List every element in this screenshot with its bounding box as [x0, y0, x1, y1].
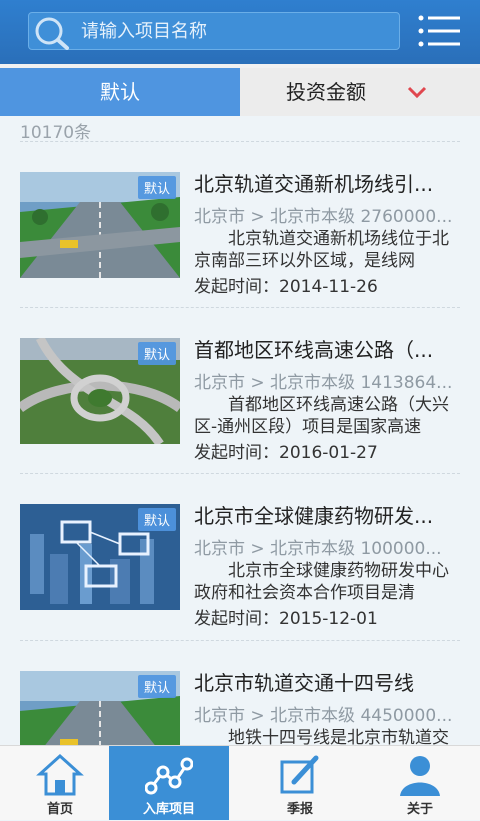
nav-quarterly-report-label: 季报: [286, 802, 313, 817]
menu-icon[interactable]: [418, 14, 462, 48]
home-icon: [36, 753, 84, 796]
project-meta: 北京市 > 北京市本级 2760000...: [194, 207, 453, 227]
project-title[interactable]: 首都地区环线高速公路（...: [194, 334, 460, 363]
nav-home-label: 首页: [46, 802, 73, 817]
project-title[interactable]: 北京市全球健康药物研发...: [194, 500, 460, 529]
filter-bar: 默认 投资金额: [0, 64, 480, 116]
project-description: 北京轨道交通新机场线位于北京南部三环以外区域，是线网: [194, 229, 449, 271]
project-thumbnail: 默认: [20, 504, 180, 610]
divider: [20, 141, 460, 142]
nav-projects[interactable]: 入库项目: [109, 746, 229, 820]
project-meta: 北京市 > 北京市本级 4450000...: [194, 706, 453, 726]
project-thumbnail: 默认: [20, 338, 180, 444]
project-meta: 北京市 > 北京市本级 1413864...: [194, 373, 453, 393]
list-item[interactable]: 默认 北京市全球健康药物研发... 北京市 > 北京市本级 100000... …: [0, 504, 480, 654]
status-badge: 默认: [137, 176, 176, 199]
edit-report-icon: [280, 755, 319, 794]
project-thumbnail: 默认: [20, 172, 180, 278]
search-box[interactable]: [28, 12, 400, 50]
divider: [20, 307, 460, 308]
project-date: 发起时间：2015-12-01: [194, 609, 378, 629]
nav-about-label: 关于: [406, 802, 433, 817]
user-icon: [400, 756, 440, 796]
divider: [20, 640, 460, 641]
status-badge: 默认: [137, 342, 176, 365]
divider: [20, 473, 460, 474]
project-description: 首都地区环线高速公路（大兴区-通州区段）项目是国家高速: [194, 395, 449, 437]
list-item[interactable]: 默认 北京轨道交通新机场线引... 北京市 > 北京市本级 2760000...…: [0, 172, 480, 322]
project-title[interactable]: 北京市轨道交通十四号线: [194, 667, 460, 696]
nav-about[interactable]: 关于: [360, 746, 480, 820]
top-bar: [0, 0, 480, 64]
result-count: 10170条: [20, 123, 92, 143]
nav-home[interactable]: 首页: [0, 746, 120, 820]
status-badge: 默认: [137, 675, 176, 698]
search-icon[interactable]: [31, 14, 71, 50]
search-input[interactable]: [81, 13, 391, 49]
tab-investment-amount[interactable]: 投资金额: [240, 68, 480, 116]
project-description: 北京市全球健康药物研发中心政府和社会资本合作项目是清: [194, 561, 449, 603]
list-item[interactable]: 默认 首都地区环线高速公路（... 北京市 > 北京市本级 1413864...…: [0, 338, 480, 488]
project-date: 发起时间：2016-01-27: [194, 443, 378, 463]
project-title[interactable]: 北京轨道交通新机场线引...: [194, 168, 460, 197]
project-meta: 北京市 > 北京市本级 100000...: [194, 539, 442, 559]
nav-projects-label: 入库项目: [142, 802, 195, 817]
nav-quarterly-report[interactable]: 季报: [240, 746, 360, 820]
status-badge: 默认: [137, 508, 176, 531]
chevron-down-icon: [407, 86, 427, 99]
tab-default-sort[interactable]: 默认: [0, 68, 240, 116]
bottom-nav: 首页 入库项目 季报 关于: [0, 745, 480, 820]
tab-investment-amount-label: 投资金额: [286, 80, 366, 104]
project-network-icon: [145, 757, 193, 795]
project-date: 发起时间：2014-11-26: [194, 277, 378, 297]
